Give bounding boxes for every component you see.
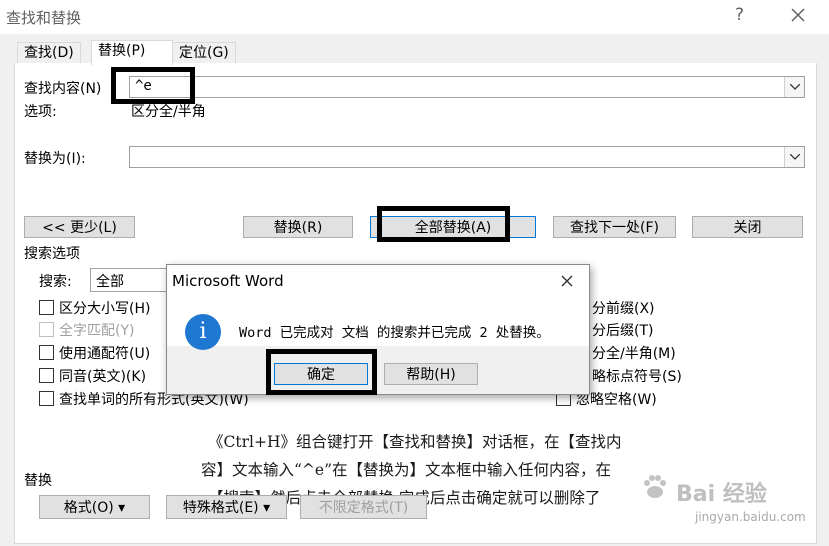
find-next-button[interactable]: 查找下一处(F) [553, 216, 676, 238]
tab-replace[interactable]: 替换(P) [91, 40, 173, 65]
find-dropdown-button[interactable] [784, 77, 804, 97]
replace-button[interactable]: 替换(R) [243, 216, 353, 238]
window-title: 查找和替换 [6, 9, 82, 27]
baidu-paw-icon [644, 475, 666, 498]
all-word-forms-checkbox[interactable] [39, 391, 54, 406]
match-suffix-label: 分后缀(T) [592, 323, 654, 339]
less-button[interactable]: << 更少(L) [24, 216, 135, 238]
whole-word-checkbox [39, 322, 54, 337]
match-prefix-label: 分前缀(X) [592, 301, 655, 317]
tab-goto[interactable]: 定位(G) [172, 42, 236, 64]
special-format-button[interactable]: 特殊格式(E) ▾ [166, 495, 287, 519]
replace-dropdown-button[interactable] [784, 147, 804, 167]
find-input[interactable]: ^e [129, 76, 805, 98]
replace-label: 替换为(I): [24, 151, 86, 167]
annotation-box-find [111, 67, 195, 104]
replace-section-label: 替换 [24, 473, 52, 489]
message-box-title: Microsoft Word [172, 272, 284, 290]
sounds-like-label: 同音(英文)(K) [59, 369, 147, 385]
wildcards-checkbox[interactable] [39, 345, 54, 360]
format-button[interactable]: 格式(O) ▾ [39, 495, 150, 519]
message-text: Word 已完成对 文档 的搜索并已完成 2 处替换。 [239, 325, 550, 341]
find-label: 查找内容(N) [24, 81, 102, 97]
search-label: 搜索: [39, 274, 72, 290]
no-formatting-button: 不限定格式(T) [300, 495, 427, 519]
watermark-text: Bai 经验 [676, 482, 767, 507]
annotation-box-replace-all [377, 206, 510, 242]
close-icon[interactable] [787, 4, 809, 26]
match-width-label: 分全/半角(M) [592, 346, 676, 362]
sounds-like-checkbox[interactable] [39, 368, 54, 383]
whole-word-label: 全字匹配(Y) [59, 323, 135, 339]
options-value: 区分全/半角 [131, 104, 206, 120]
search-options-label: 搜索选项 [24, 246, 80, 262]
replace-input[interactable] [129, 146, 805, 168]
chevron-down-icon [790, 154, 800, 160]
help-button[interactable]: ? [735, 5, 744, 25]
search-direction-value: 全部 [96, 274, 124, 290]
caption-line-1: 《Ctrl+H》组合键打开【查找和替换】对话框，在【查找内 [208, 433, 622, 451]
msgbox-help-button[interactable]: 帮助(H) [384, 363, 478, 385]
wildcards-label: 使用通配符(U) [59, 346, 151, 362]
watermark-url: jingyan.baidu.com [695, 510, 806, 524]
match-case-label: 区分大小写(H) [59, 301, 151, 317]
message-box: Microsoft Word i Word 已完成对 文档 的搜索并已完成 2 … [166, 264, 590, 395]
close-button[interactable]: 关闭 [692, 216, 803, 238]
ignore-punct-label: 略标点符号(S) [592, 369, 682, 385]
tab-find[interactable]: 查找(D) [17, 42, 81, 64]
options-label: 选项: [24, 104, 57, 120]
match-case-checkbox[interactable] [39, 300, 54, 315]
title-bar: 查找和替换 ? [0, 0, 829, 34]
caption-line-2: 容】文本输入“^e”在【替换为】文本框中输入任何内容，在 [201, 461, 612, 479]
chevron-down-icon [790, 84, 800, 90]
close-icon[interactable] [559, 273, 575, 289]
info-icon: i [185, 314, 221, 350]
message-box-titlebar: Microsoft Word [167, 265, 589, 297]
annotation-box-ok [266, 349, 377, 395]
